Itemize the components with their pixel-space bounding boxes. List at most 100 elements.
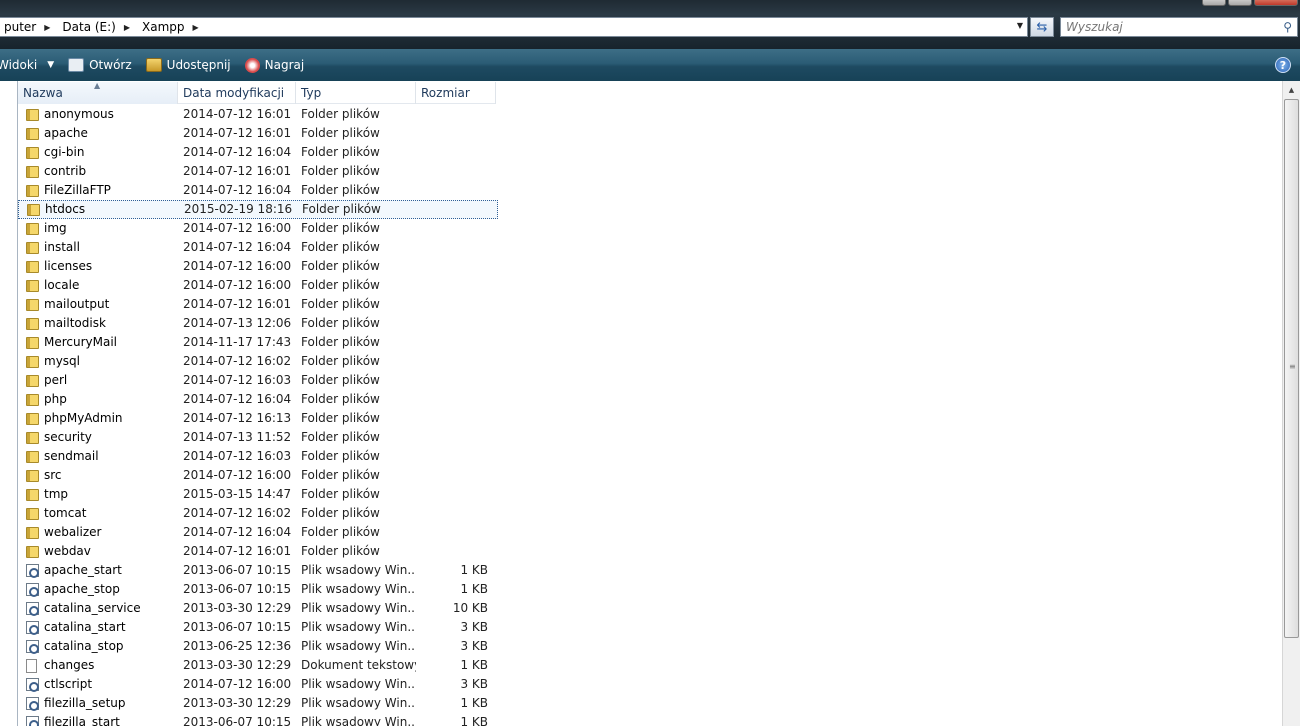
search-box[interactable]: ⚲ — [1060, 17, 1298, 37]
column-header-date[interactable]: Data modyfikacji — [178, 82, 296, 104]
file-row[interactable]: phpMyAdmin 2014-07-12 16:13 Folder plików — [18, 409, 498, 428]
file-type-cell: Folder plików — [301, 240, 380, 254]
scroll-up-arrow-icon[interactable]: ▲ — [1283, 81, 1300, 98]
file-size-cell — [416, 181, 488, 200]
folder-icon — [26, 507, 39, 520]
search-icon[interactable]: ⚲ — [1283, 20, 1292, 34]
file-date-cell: 2014-11-17 17:43 — [183, 335, 292, 349]
file-row[interactable]: perl 2014-07-12 16:03 Folder plików — [18, 371, 498, 390]
file-row[interactable]: changes 2013-03-30 12:29 Dokument tekstowy… — [18, 656, 498, 675]
file-size-cell — [416, 219, 488, 238]
batch-file-icon — [26, 640, 39, 654]
file-row[interactable]: catalina_start 2013-06-07 10:15 Plik wsado… — [18, 618, 498, 637]
share-button[interactable]: Udostępnij — [139, 49, 238, 81]
file-row[interactable]: tomcat 2014-07-12 16:02 Folder plików — [18, 504, 498, 523]
file-date-cell: 2013-06-07 10:15 — [183, 620, 292, 634]
file-row[interactable]: filezilla_start 2013-06-07 10:15 Plik wsad… — [18, 713, 498, 726]
file-row[interactable]: img 2014-07-12 16:00 Folder plików — [18, 219, 498, 238]
file-row[interactable]: tmp 2015-03-15 14:47 Folder plików — [18, 485, 498, 504]
file-row[interactable]: MercuryMail 2014-11-17 17:43 Folder plików — [18, 333, 498, 352]
file-name-cell: perl — [18, 371, 178, 390]
file-type-cell: Plik wsadowy Win... — [301, 696, 416, 710]
file-type-cell: Folder plików — [301, 392, 380, 406]
burn-button[interactable]: Nagraj — [238, 49, 312, 81]
views-button[interactable]: Widoki ▼ — [0, 49, 61, 81]
file-row[interactable]: webalizer 2014-07-12 16:04 Folder plików — [18, 523, 498, 542]
file-row[interactable]: catalina_service 2013-03-30 12:29 Plik wsa… — [18, 599, 498, 618]
file-type-cell: Folder plików — [301, 145, 380, 159]
file-row[interactable]: install 2014-07-12 16:04 Folder plików — [18, 238, 498, 257]
file-row[interactable]: contrib 2014-07-12 16:01 Folder plików — [18, 162, 498, 181]
file-type-cell: Folder plików — [301, 164, 380, 178]
grip-icon: ≡ — [1289, 362, 1296, 371]
breadcrumb-computer[interactable]: puter ▶ — [0, 18, 58, 36]
file-type-cell: Plik wsadowy Win... — [301, 582, 416, 596]
file-type-cell: Plik wsadowy Win... — [301, 601, 416, 615]
file-rows: anonymous 2014-07-12 16:01 Folder plików ap… — [18, 105, 498, 726]
file-row[interactable]: mailoutput 2014-07-12 16:01 Folder plików — [18, 295, 498, 314]
column-header-name[interactable]: ▲ Nazwa — [18, 81, 178, 104]
file-name-cell: catalina_start — [18, 618, 178, 637]
file-name-cell: anonymous — [18, 105, 178, 124]
file-row[interactable]: ctlscript 2014-07-12 16:00 Plik wsadowy Wi… — [18, 675, 498, 694]
maximize-button[interactable] — [1228, 0, 1252, 6]
file-row[interactable]: apache 2014-07-12 16:01 Folder plików — [18, 124, 498, 143]
file-type-cell: Folder plików — [301, 259, 380, 273]
minimize-button[interactable] — [1202, 0, 1226, 6]
chevron-right-icon[interactable]: ▶ — [189, 23, 203, 32]
file-type-cell: Folder plików — [301, 373, 380, 387]
file-row[interactable]: licenses 2014-07-12 16:00 Folder plików — [18, 257, 498, 276]
chevron-right-icon[interactable]: ▶ — [120, 23, 134, 32]
file-row[interactable]: locale 2014-07-12 16:00 Folder plików — [18, 276, 498, 295]
open-button[interactable]: Otwórz — [61, 49, 139, 81]
file-row[interactable]: filezilla_setup 2013-03-30 12:29 Plik wsad… — [18, 694, 498, 713]
search-input[interactable] — [1061, 18, 1271, 36]
file-row[interactable]: sendmail 2014-07-12 16:03 Folder plików — [18, 447, 498, 466]
file-row[interactable]: security 2014-07-13 11:52 Folder plików — [18, 428, 498, 447]
file-name-cell: FileZillaFTP — [18, 181, 178, 200]
file-date-cell: 2014-07-12 16:00 — [183, 278, 292, 292]
file-row[interactable]: mailtodisk 2014-07-13 12:06 Folder plików — [18, 314, 498, 333]
file-date-cell: 2014-07-12 16:04 — [183, 525, 292, 539]
file-list: ▲ Nazwa Data modyfikacji Typ Rozmiar ano… — [17, 81, 1282, 726]
file-name-cell: catalina_stop — [18, 637, 178, 656]
file-type-cell: Folder plików — [301, 449, 380, 463]
file-row[interactable]: src 2014-07-12 16:00 Folder plików — [18, 466, 498, 485]
column-header-type[interactable]: Typ — [296, 82, 416, 104]
file-row[interactable]: cgi-bin 2014-07-12 16:04 Folder plików — [18, 143, 498, 162]
file-name-cell: mailoutput — [18, 295, 178, 314]
address-bar[interactable]: puter ▶ Data (E:) ▶ Xampp ▶ ▼ — [0, 17, 1028, 37]
folder-icon — [26, 317, 39, 330]
column-header-size[interactable]: Rozmiar — [416, 82, 496, 104]
file-type-cell: Folder plików — [301, 297, 380, 311]
close-button[interactable] — [1254, 0, 1298, 6]
file-row[interactable]: catalina_stop 2013-06-25 12:36 Plik wsadow… — [18, 637, 498, 656]
file-row[interactable]: apache_start 2013-06-07 10:15 Plik wsadowy… — [18, 561, 498, 580]
file-name-cell: apache_start — [18, 561, 178, 580]
file-row[interactable]: FileZillaFTP 2014-07-12 16:04 Folder plikó… — [18, 181, 498, 200]
file-type-cell: Plik wsadowy Win... — [301, 677, 416, 691]
breadcrumb-data-drive[interactable]: Data (E:) ▶ — [58, 18, 138, 36]
file-size-cell — [416, 314, 488, 333]
file-type-cell: Folder plików — [301, 506, 380, 520]
refresh-button[interactable]: ⇆ — [1030, 17, 1054, 37]
help-icon[interactable]: ? — [1275, 57, 1291, 73]
file-row[interactable]: anonymous 2014-07-12 16:01 Folder plików — [18, 105, 498, 124]
file-row[interactable]: htdocs 2015-02-19 18:16 Folder plików — [18, 200, 498, 219]
file-row[interactable]: webdav 2014-07-12 16:01 Folder plików — [18, 542, 498, 561]
file-name-cell: changes — [18, 656, 178, 675]
scrollbar-thumb[interactable]: ≡ — [1284, 99, 1299, 638]
file-row[interactable]: apache_stop 2013-06-07 10:15 Plik wsadowy … — [18, 580, 498, 599]
file-type-cell: Plik wsadowy Win... — [301, 715, 416, 726]
file-row[interactable]: mysql 2014-07-12 16:02 Folder plików — [18, 352, 498, 371]
file-type-cell: Plik wsadowy Win... — [301, 620, 416, 634]
breadcrumb-xampp[interactable]: Xampp ▶ — [138, 18, 207, 36]
address-dropdown-icon[interactable]: ▼ — [1017, 21, 1023, 30]
chevron-down-icon: ▼ — [47, 60, 55, 70]
vertical-scrollbar[interactable]: ▲ ≡ — [1282, 81, 1300, 726]
file-date-cell: 2014-07-12 16:01 — [183, 164, 292, 178]
chevron-right-icon[interactable]: ▶ — [40, 23, 54, 32]
file-name-cell: MercuryMail — [18, 333, 178, 352]
file-row[interactable]: php 2014-07-12 16:04 Folder plików — [18, 390, 498, 409]
file-date-cell: 2013-06-25 12:36 — [183, 639, 292, 653]
